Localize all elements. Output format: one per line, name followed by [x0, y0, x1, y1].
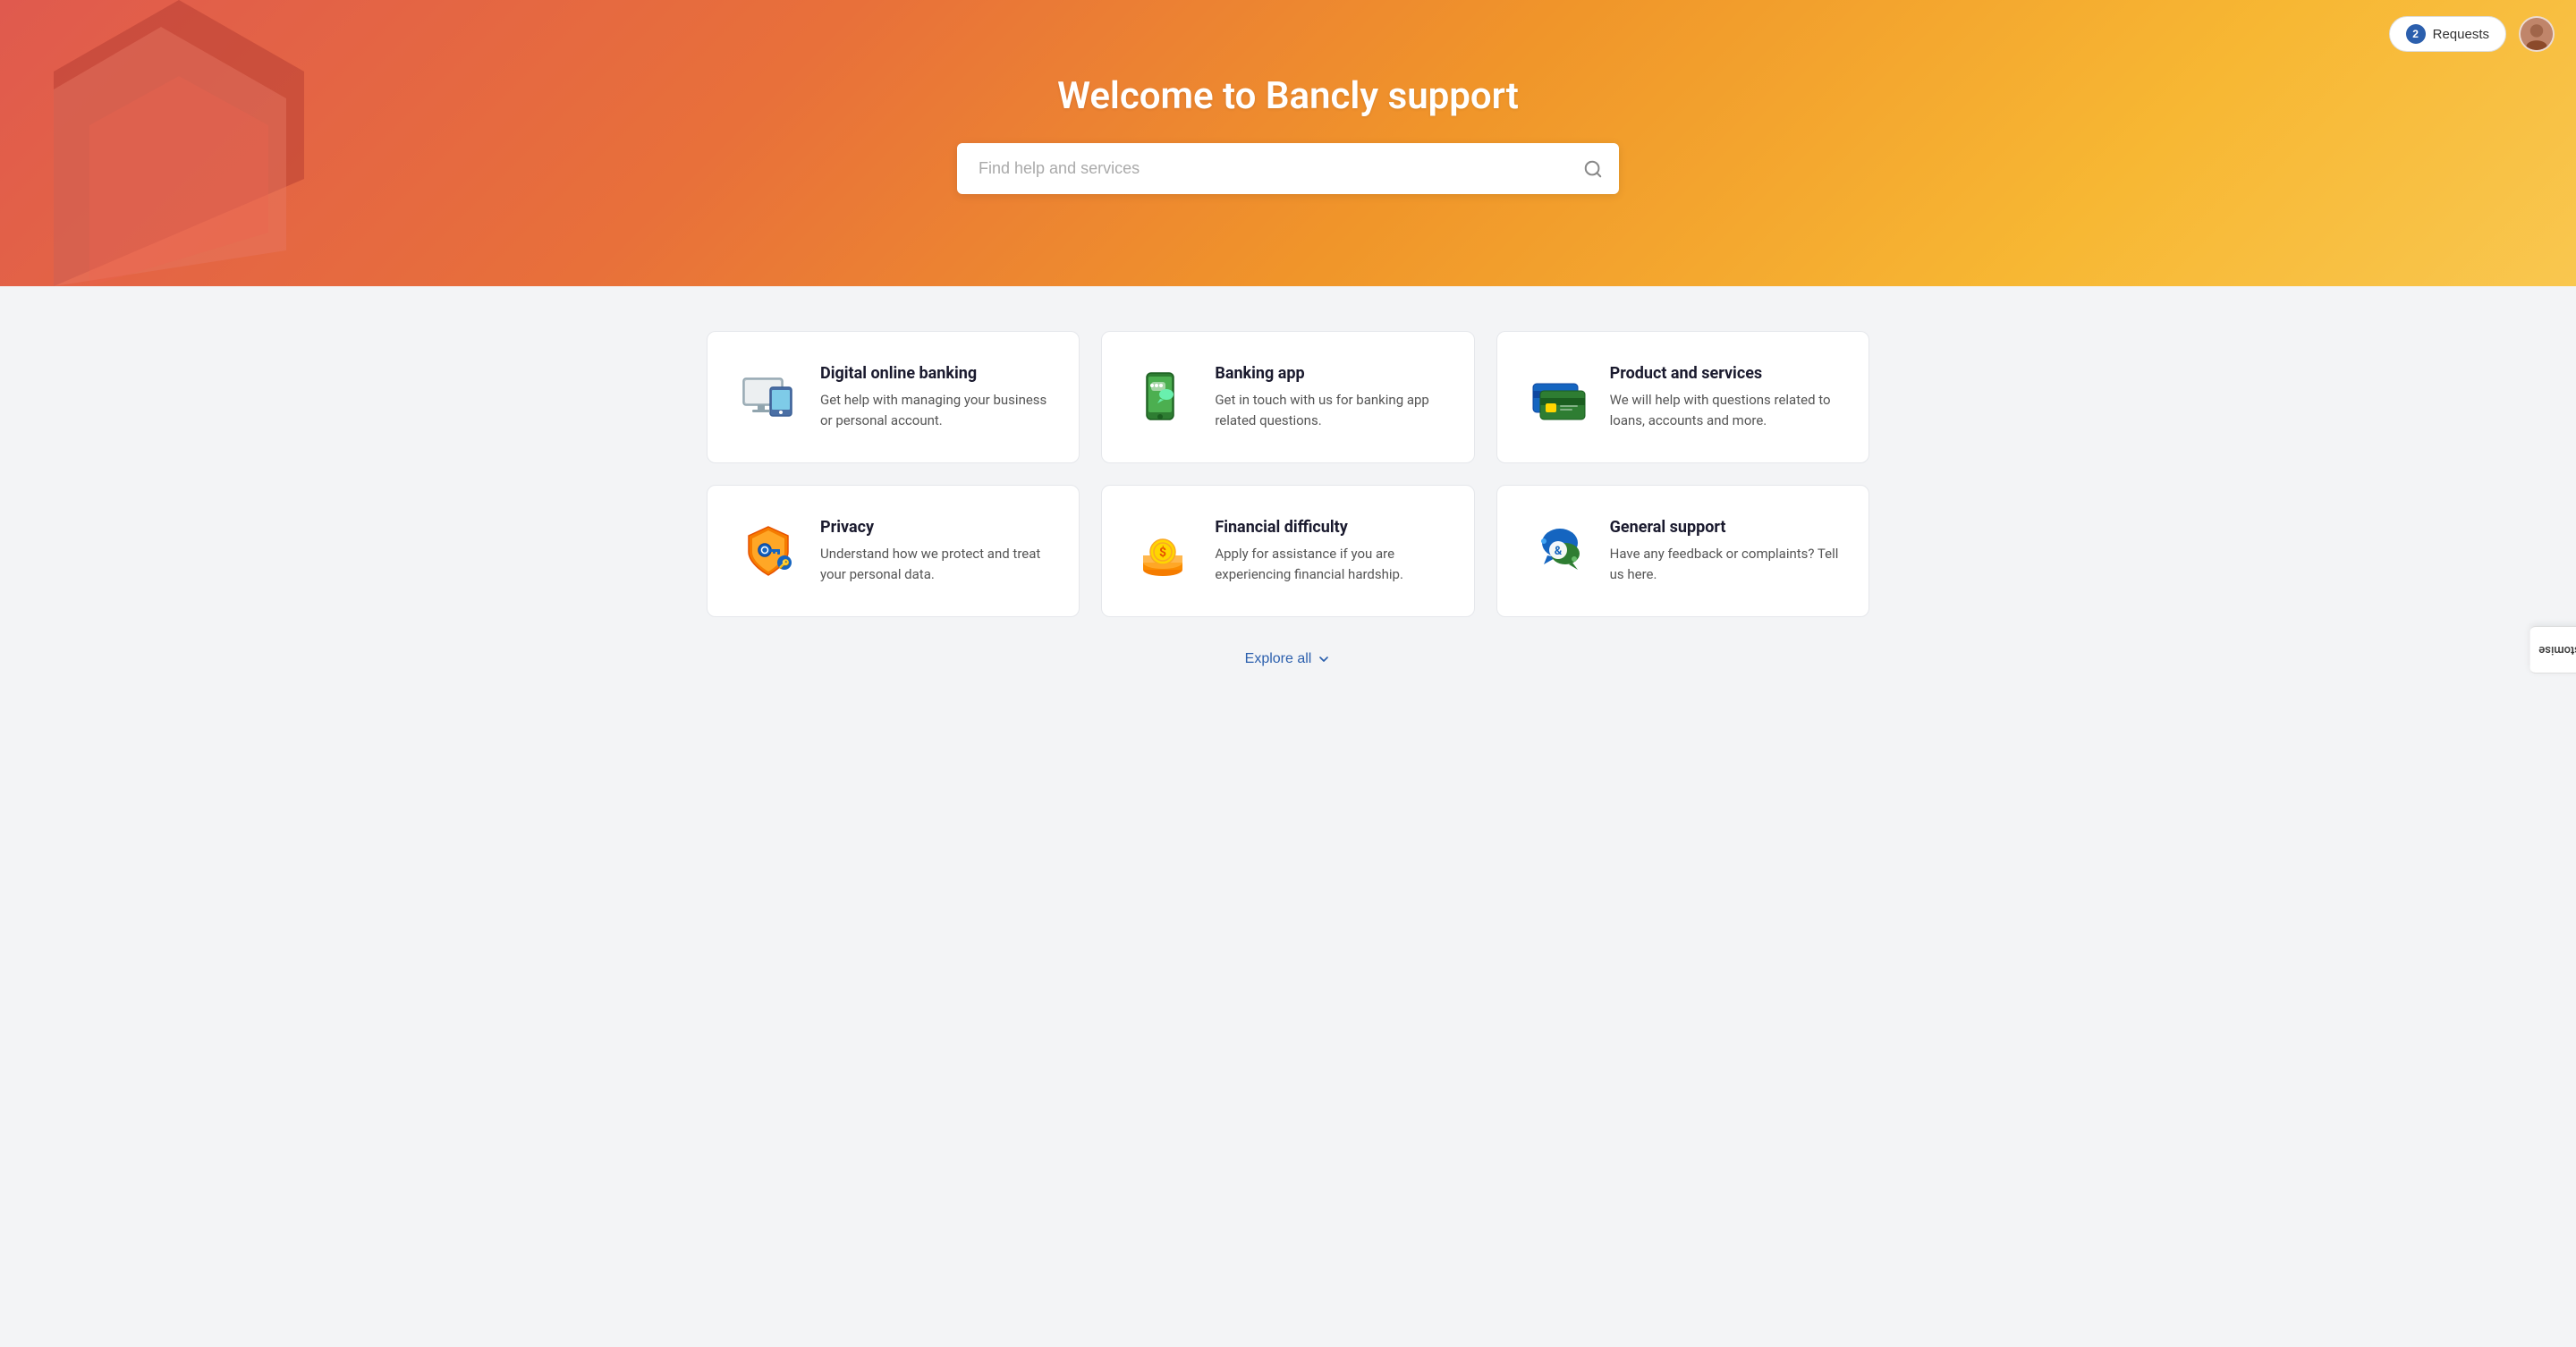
requests-label: Requests [2433, 27, 2489, 42]
card-text-product-services: Product and services We will help with q… [1610, 364, 1840, 430]
explore-all-label: Explore all [1245, 651, 1312, 667]
card-financial-difficulty[interactable]: $ Financial difficulty Apply for assista… [1101, 485, 1474, 617]
top-navigation: 2 Requests [2389, 16, 2555, 52]
chevron-down-icon [1317, 652, 1331, 666]
customise-label: Customise [2538, 643, 2576, 657]
hero-section: Welcome to Bancly support [0, 0, 2576, 286]
card-desc-banking-app: Get in touch with us for banking app rel… [1215, 390, 1445, 430]
hero-decoration [0, 0, 376, 286]
shield-icon: 🔑 [738, 520, 799, 580]
card-desc-privacy: Understand how we protect and treat your… [820, 544, 1050, 584]
card-desc-digital-banking: Get help with managing your business or … [820, 390, 1050, 430]
card-title-banking-app: Banking app [1215, 364, 1445, 383]
card-title-product-services: Product and services [1610, 364, 1840, 383]
card-privacy[interactable]: 🔑 Privacy Understand how we protect and … [707, 485, 1080, 617]
card-product-services[interactable]: Product and services We will help with q… [1496, 331, 1869, 463]
card-icon-shield: 🔑 [736, 518, 801, 582]
cards-grid: Digital online banking Get help with man… [707, 331, 1869, 617]
requests-badge: 2 [2406, 24, 2426, 44]
search-bar [957, 143, 1619, 194]
card-text-privacy: Privacy Understand how we protect and tr… [820, 518, 1050, 584]
card-icon-chat: & [1526, 518, 1590, 582]
card-banking-app[interactable]: Banking app Get in touch with us for ban… [1101, 331, 1474, 463]
card-digital-banking[interactable]: Digital online banking Get help with man… [707, 331, 1080, 463]
mobile-icon [1132, 366, 1193, 427]
money-icon: $ [1132, 520, 1193, 580]
card-icon-card [1526, 364, 1590, 428]
explore-all-section: Explore all [89, 649, 2487, 667]
card-desc-product-services: We will help with questions related to l… [1610, 390, 1840, 430]
svg-text:$: $ [1159, 545, 1166, 560]
card-icon-desktop [736, 364, 801, 428]
card-title-general-support: General support [1610, 518, 1840, 537]
card-icon-money: $ [1131, 518, 1195, 582]
card-desc-general-support: Have any feedback or complaints? Tell us… [1610, 544, 1840, 584]
search-icon [1583, 159, 1603, 179]
card-text-banking-app: Banking app Get in touch with us for ban… [1215, 364, 1445, 430]
hero-title: Welcome to Bancly support [1057, 74, 1519, 118]
card-title-digital-banking: Digital online banking [820, 364, 1050, 383]
card-title-financial-difficulty: Financial difficulty [1215, 518, 1445, 537]
main-content: Digital online banking Get help with man… [0, 286, 2576, 739]
requests-button[interactable]: 2 Requests [2389, 16, 2506, 52]
explore-all-button[interactable]: Explore all [1245, 651, 1332, 667]
search-button[interactable] [1583, 159, 1603, 179]
card-general-support[interactable]: & General support Have any feedback or c… [1496, 485, 1869, 617]
desktop-icon [738, 366, 799, 427]
card-desc-financial-difficulty: Apply for assistance if you are experien… [1215, 544, 1445, 584]
card-icon-mobile [1131, 364, 1195, 428]
card-text-general-support: General support Have any feedback or com… [1610, 518, 1840, 584]
card-icon [1528, 366, 1589, 427]
svg-text:&: & [1554, 545, 1562, 558]
card-text-digital-banking: Digital online banking Get help with man… [820, 364, 1050, 430]
customise-tab[interactable]: Customise [2529, 626, 2576, 674]
card-title-privacy: Privacy [820, 518, 1050, 537]
card-text-financial-difficulty: Financial difficulty Apply for assistanc… [1215, 518, 1445, 584]
search-input[interactable] [957, 143, 1619, 194]
avatar-icon [2521, 16, 2553, 52]
avatar[interactable] [2519, 16, 2555, 52]
chat-icon: & [1528, 520, 1589, 580]
svg-text:🔑: 🔑 [779, 558, 791, 570]
